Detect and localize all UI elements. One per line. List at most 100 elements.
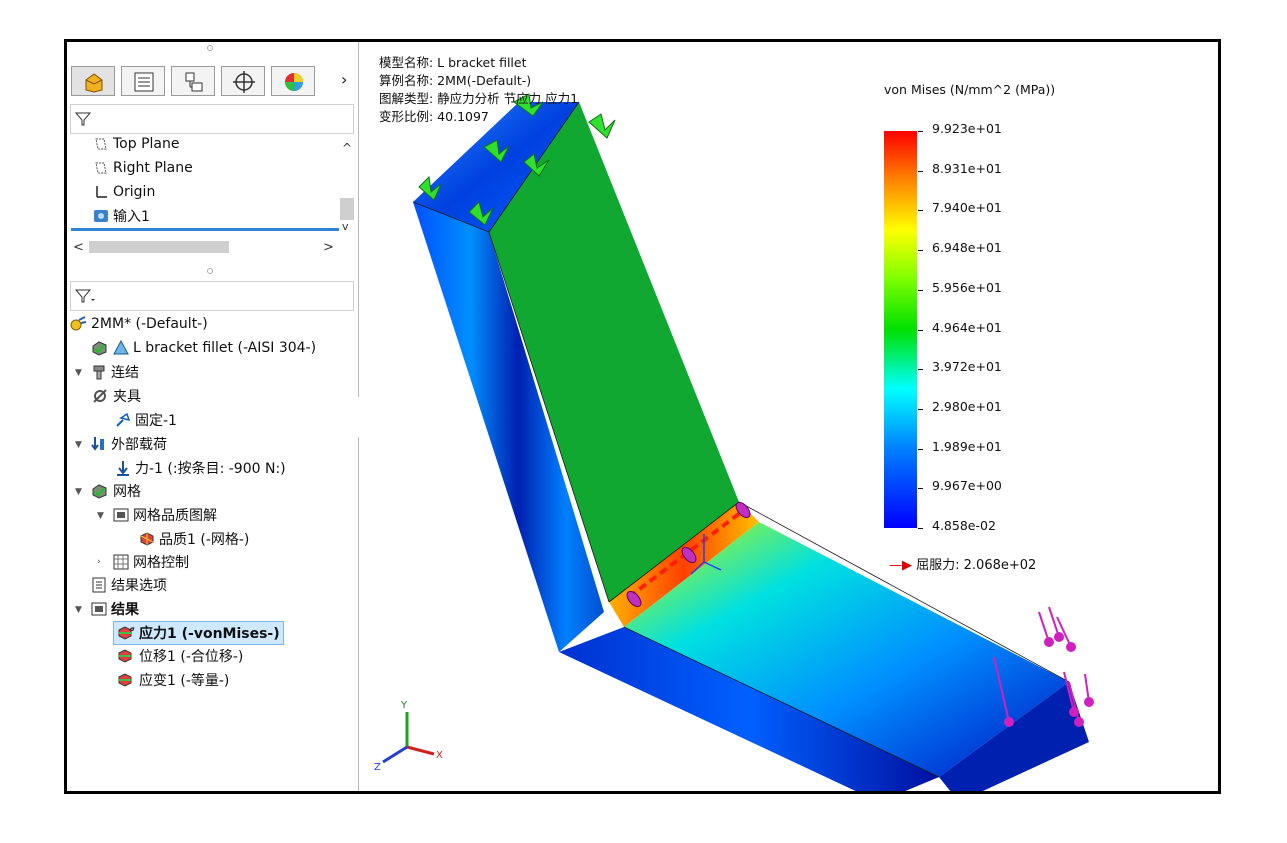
legend-color-bar: [884, 131, 917, 528]
mesh-label: 网格: [113, 484, 141, 500]
yield-arrow-icon: —▶: [889, 558, 912, 573]
mesh-node[interactable]: 网格: [91, 480, 141, 502]
crosshair-icon: [233, 71, 255, 93]
study-filter-box[interactable]: [70, 281, 354, 311]
external-loads-label: 外部载荷: [111, 437, 167, 453]
results-folder-icon: [91, 602, 107, 616]
result-options-node[interactable]: 结果选项: [91, 574, 167, 596]
force-1-label: 力-1 (:按条目: -900 N:): [135, 461, 286, 477]
connections-node[interactable]: 连结: [91, 361, 139, 383]
strain-1-node[interactable]: 应变1 (-等量-): [117, 669, 229, 691]
mesh-control-label: 网格控制: [133, 555, 189, 571]
stress-plot-icon: σ: [118, 626, 135, 640]
legend-tick: [918, 170, 923, 172]
strain-1-label: 应变1 (-等量-): [139, 673, 230, 689]
legend-label: 6.948e+01: [932, 240, 1002, 256]
tree-item-label: 输入1: [113, 209, 150, 225]
mesh-control-node[interactable]: 网格控制: [113, 551, 189, 573]
panel-splitter-grip[interactable]: [207, 45, 213, 51]
expand-mesh-control-icon[interactable]: ›: [97, 557, 101, 567]
mesh-icon: [92, 484, 107, 499]
legend-tick: [918, 369, 923, 371]
results-label: 结果: [111, 602, 139, 618]
manager-tabs: ›: [71, 64, 355, 100]
result-options-label: 结果选项: [111, 578, 167, 594]
model-name-text: 模型名称: L bracket fillet: [379, 55, 527, 70]
tree-item-origin[interactable]: Origin: [93, 181, 155, 203]
plot-folder-icon: [113, 508, 129, 522]
panel-splitter-grip-2[interactable]: [207, 268, 213, 274]
stress-1-node[interactable]: σ 应力1 (-vonMises-): [113, 621, 284, 645]
legend-label: 9.923e+01: [932, 121, 1002, 136]
feature-manager-icon: [85, 73, 103, 93]
left-panel: › Top Plane Right Plane Origin 输入1 ^ v <…: [67, 42, 359, 791]
fixture-1-label: 固定-1: [135, 413, 177, 429]
tree-horizontal-scrollbar[interactable]: < >: [71, 238, 355, 256]
model-viewport[interactable]: Y X Z: [359, 42, 1221, 791]
tree-vertical-scrollbar[interactable]: ^ v: [339, 138, 355, 232]
force-arrow-icon: [117, 461, 129, 476]
svg-text:>: >: [323, 240, 334, 255]
strain-plot-icon: [118, 673, 132, 687]
external-loads-node[interactable]: 外部载荷: [91, 433, 167, 455]
yield-strength-text: 屈服力: 2.068e+02: [916, 558, 1037, 573]
feature-filter-box[interactable]: [70, 104, 354, 134]
mesh-quality-plot-node[interactable]: 网格品质图解: [113, 504, 217, 526]
tab-feature-manager[interactable]: [71, 66, 115, 96]
legend-tick: [918, 528, 923, 529]
tabs-scroll-right-icon[interactable]: ›: [341, 70, 347, 89]
filter-dropdown-icon: [75, 289, 95, 303]
fixture-1-node[interactable]: 固定-1: [115, 409, 177, 431]
tree-item-right-plane[interactable]: Right Plane: [93, 157, 193, 179]
tree-item-label: Top Plane: [113, 136, 180, 152]
legend-tick: [918, 210, 923, 212]
legend-label: 8.931e+01: [932, 160, 1002, 176]
tab-display-manager[interactable]: [271, 66, 315, 96]
study-name-text: 算例名称: 2MM(-Default-): [379, 73, 532, 88]
graphics-area[interactable]: Y X Z 模型名称: L bracket fillet 算例名称: 2MM(-…: [359, 42, 1218, 791]
expand-mesh-quality-icon[interactable]: ▼: [97, 511, 104, 521]
legend-tick: [918, 488, 923, 490]
legend-label: 1.989e+01: [932, 438, 1002, 454]
result-options-icon: [92, 577, 106, 593]
display-manager-icon: [285, 73, 303, 91]
origin-icon: [96, 186, 107, 198]
deformation-scale-text: 变形比例: 40.1097: [379, 109, 489, 124]
filter-icon: [75, 112, 91, 126]
tree-divider: [71, 228, 339, 231]
tree-item-import1[interactable]: 输入1: [93, 205, 150, 227]
triad-x-label: X: [436, 750, 443, 761]
property-manager-icon: [134, 72, 154, 92]
coordinate-triad-icon[interactable]: [382, 712, 435, 764]
expand-external-loads-icon[interactable]: ▼: [75, 440, 82, 450]
displacement-1-node[interactable]: 位移1 (-合位移-): [117, 645, 243, 667]
connections-icon: [93, 365, 105, 380]
connections-label: 连结: [111, 365, 139, 381]
legend-tick: [918, 408, 923, 410]
tree-item-top-plane[interactable]: Top Plane: [93, 133, 179, 155]
part-node[interactable]: L bracket fillet (-AISI 304-): [91, 337, 316, 359]
tab-dimxpert-manager[interactable]: [221, 66, 265, 96]
fixtures-node[interactable]: 夹具: [91, 385, 141, 407]
legend-label: 9.967e+00: [932, 478, 1002, 494]
study-icon: [70, 316, 87, 331]
legend-tick: [918, 131, 923, 132]
solidworks-window: › Top Plane Right Plane Origin 输入1 ^ v <…: [64, 39, 1221, 794]
plot-type-text: 图解类型: 静应力分析 节应力 应力1: [379, 91, 579, 106]
results-node[interactable]: 结果: [91, 598, 139, 620]
legend-label: 3.972e+01: [932, 359, 1002, 375]
legend-tick: [918, 448, 923, 450]
expand-fixtures-icon[interactable]: ▼: [75, 368, 82, 378]
configuration-manager-icon: [185, 72, 203, 92]
force-1-node[interactable]: 力-1 (:按条目: -900 N:): [115, 457, 286, 479]
legend-title: von Mises (N/mm^2 (MPa)): [884, 82, 1056, 97]
tree-item-label: Origin: [113, 184, 156, 200]
expand-results-icon[interactable]: ▼: [75, 605, 82, 615]
quality-1-label: 品质1 (-网格-): [159, 532, 250, 548]
tab-configuration-manager[interactable]: [171, 66, 215, 96]
expand-mesh-icon[interactable]: ▼: [75, 487, 82, 497]
quality-1-node[interactable]: 品质1 (-网格-): [139, 528, 249, 550]
triad-z-label: Z: [374, 762, 381, 773]
tab-property-manager[interactable]: [121, 66, 165, 96]
study-node[interactable]: 2MM* (-Default-): [69, 313, 208, 335]
